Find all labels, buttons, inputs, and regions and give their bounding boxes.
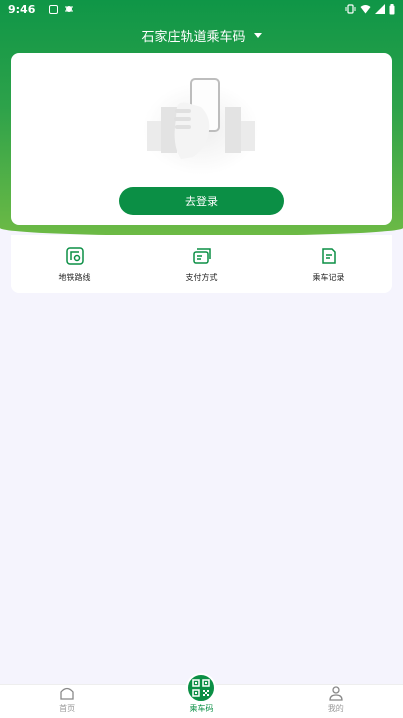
bug-notification-icon <box>65 6 74 12</box>
notification-icon <box>49 4 59 14</box>
shortcut-bar: 地铁路线 支付方式 乘车记录 <box>11 235 392 293</box>
shortcut-metro-route[interactable]: 地铁路线 <box>11 235 138 293</box>
qr-code-button[interactable] <box>186 673 217 703</box>
shortcut-label: 支付方式 <box>185 273 218 282</box>
shortcut-label: 乘车记录 <box>312 273 345 282</box>
tab-label: 首页 <box>59 704 76 713</box>
shortcut-label: 地铁路线 <box>58 273 91 282</box>
qr-code-icon <box>192 679 211 697</box>
phone-in-hand-illustration <box>143 78 259 175</box>
metro-route-icon <box>65 247 84 265</box>
page-title: 石家庄轨道乘车码 <box>141 29 246 45</box>
wifi-icon <box>360 5 371 14</box>
ride-record-icon <box>321 248 336 264</box>
battery-icon <box>389 3 395 14</box>
qr-card: 去登录 <box>11 53 392 225</box>
tab-home[interactable]: 首页 <box>0 685 134 718</box>
vibrate-icon <box>345 4 356 14</box>
caret-down-icon <box>253 32 262 38</box>
tab-mine[interactable]: 我的 <box>269 685 403 718</box>
tab-label: 我的 <box>327 704 344 713</box>
shortcut-payment[interactable]: 支付方式 <box>138 235 265 293</box>
bottom-tab-bar: 首页 乘车码 我的 <box>0 673 403 718</box>
city-selector[interactable]: 石家庄轨道乘车码 <box>0 25 403 45</box>
payment-card-icon <box>192 248 211 264</box>
shortcut-ride-record[interactable]: 乘车记录 <box>265 235 392 293</box>
home-icon <box>60 687 74 700</box>
login-button[interactable]: 去登录 <box>119 187 284 215</box>
tab-label: 乘车码 <box>189 704 214 713</box>
user-icon <box>329 686 343 701</box>
status-time: 9:46 <box>8 2 36 16</box>
status-bar: 9:46 <box>0 0 403 18</box>
signal-icon <box>375 4 385 14</box>
tab-qr-code[interactable]: 乘车码 <box>134 673 268 718</box>
